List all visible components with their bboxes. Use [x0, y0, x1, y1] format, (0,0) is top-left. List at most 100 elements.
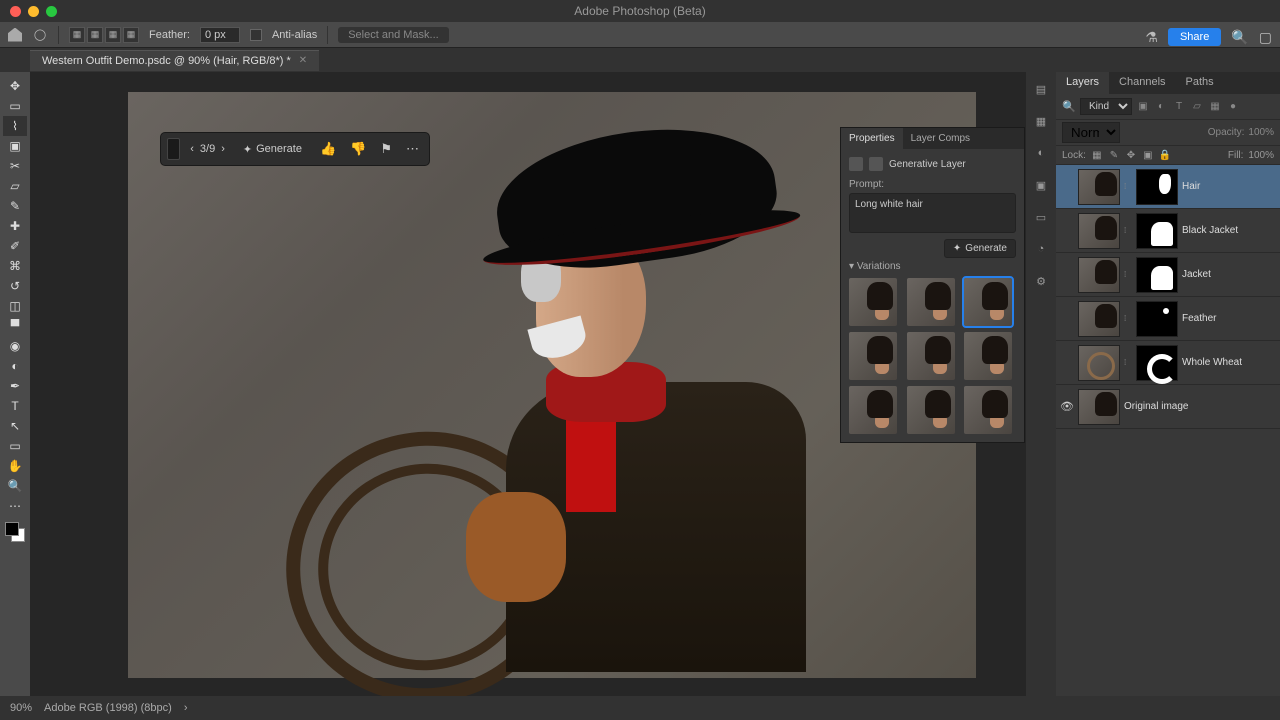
- fill-value[interactable]: 100%: [1248, 150, 1274, 161]
- layer-name[interactable]: Jacket: [1182, 269, 1276, 280]
- lasso-tool-indicator[interactable]: ◯: [32, 27, 48, 43]
- prev-variation-icon[interactable]: ‹: [186, 141, 198, 157]
- shape-tool[interactable]: ▭: [3, 436, 27, 456]
- layer-row[interactable]: ⁞ Whole Wheat: [1056, 341, 1280, 385]
- layer-mask-thumbnail[interactable]: [1136, 301, 1178, 337]
- hand-tool[interactable]: ✋: [3, 456, 27, 476]
- layer-thumbnail[interactable]: [1078, 169, 1120, 205]
- layer-mask-thumbnail[interactable]: [1136, 345, 1178, 381]
- filter-adjust-icon[interactable]: ◐: [1154, 100, 1168, 114]
- layer-name[interactable]: Feather: [1182, 313, 1276, 324]
- next-variation-icon[interactable]: ›: [217, 141, 229, 157]
- layer-name[interactable]: Original image: [1124, 401, 1276, 412]
- lock-artboard-icon[interactable]: ▣: [1142, 149, 1154, 161]
- beaker-icon[interactable]: ⚗: [1145, 29, 1158, 46]
- healing-tool[interactable]: ✚: [3, 216, 27, 236]
- layer-row[interactable]: ⁞ Hair: [1056, 165, 1280, 209]
- variation-thumb[interactable]: [964, 386, 1012, 434]
- lock-all-icon[interactable]: 🔒: [1159, 149, 1171, 161]
- home-icon[interactable]: [8, 28, 22, 42]
- intersect-selection-icon[interactable]: ▦: [123, 27, 139, 43]
- thumbs-down-icon[interactable]: 👎: [346, 139, 370, 159]
- link-mask-icon[interactable]: ⁞: [1124, 270, 1132, 279]
- clone-tool[interactable]: ⌘: [3, 256, 27, 276]
- eyedropper-tool[interactable]: ✎: [3, 196, 27, 216]
- color-panel-icon[interactable]: ▤: [1032, 80, 1050, 98]
- generate-button[interactable]: ✦ Generate: [235, 140, 310, 159]
- tab-layers[interactable]: Layers: [1056, 72, 1109, 94]
- layer-name[interactable]: Hair: [1182, 181, 1276, 192]
- variations-header[interactable]: ▾ Variations: [849, 261, 1016, 272]
- share-button[interactable]: Share: [1168, 28, 1221, 46]
- lasso-tool[interactable]: ⌇: [3, 116, 27, 136]
- pen-tool[interactable]: ✒: [3, 376, 27, 396]
- link-mask-icon[interactable]: ⁞: [1124, 226, 1132, 235]
- object-select-tool[interactable]: ▣: [3, 136, 27, 156]
- visibility-toggle-icon[interactable]: 👁: [1060, 400, 1074, 413]
- properties-panel-icon[interactable]: ⚙: [1032, 272, 1050, 290]
- workspace-icon[interactable]: ▢: [1259, 29, 1272, 46]
- variation-thumb[interactable]: [907, 386, 955, 434]
- libraries-panel-icon[interactable]: ▣: [1032, 176, 1050, 194]
- more-options-icon[interactable]: ⋯: [402, 139, 423, 159]
- layer-row[interactable]: 👁 Original image: [1056, 385, 1280, 429]
- search-icon[interactable]: 🔍: [1231, 29, 1248, 46]
- flag-icon[interactable]: ⚑: [376, 139, 396, 159]
- lock-position-icon[interactable]: ✥: [1125, 149, 1137, 161]
- close-tab-icon[interactable]: ✕: [299, 55, 307, 66]
- filter-type-icon[interactable]: T: [1172, 100, 1186, 114]
- link-mask-icon[interactable]: ⁞: [1124, 182, 1132, 191]
- layer-row[interactable]: ⁞ Black Jacket: [1056, 209, 1280, 253]
- document-tab[interactable]: Western Outfit Demo.psdc @ 90% (Hair, RG…: [30, 50, 319, 71]
- variation-thumb[interactable]: [849, 386, 897, 434]
- antialias-checkbox[interactable]: [250, 29, 262, 41]
- variation-thumb[interactable]: [907, 278, 955, 326]
- history-panel-icon[interactable]: ▭: [1032, 208, 1050, 226]
- marquee-tool[interactable]: ▭: [3, 96, 27, 116]
- frame-tool[interactable]: ▱: [3, 176, 27, 196]
- layer-name[interactable]: Whole Wheat: [1182, 357, 1276, 368]
- close-window-button[interactable]: [10, 6, 21, 17]
- filter-toggle-icon[interactable]: ●: [1226, 100, 1240, 114]
- subtract-selection-icon[interactable]: ▦: [105, 27, 121, 43]
- crop-tool[interactable]: ✂: [3, 156, 27, 176]
- variation-thumb[interactable]: [964, 332, 1012, 380]
- type-tool[interactable]: T: [3, 396, 27, 416]
- new-selection-icon[interactable]: ▦: [69, 27, 85, 43]
- minimize-window-button[interactable]: [28, 6, 39, 17]
- adjustments-panel-icon[interactable]: ◐: [1032, 144, 1050, 162]
- add-selection-icon[interactable]: ▦: [87, 27, 103, 43]
- link-mask-icon[interactable]: ⁞: [1124, 314, 1132, 323]
- layer-thumbnail[interactable]: [1078, 345, 1120, 381]
- link-mask-icon[interactable]: ⁞: [1124, 358, 1132, 367]
- layer-mask-thumbnail[interactable]: [1136, 257, 1178, 293]
- eraser-tool[interactable]: ◫: [3, 296, 27, 316]
- gen-prompt-input[interactable]: [167, 138, 180, 160]
- swatches-panel-icon[interactable]: ▦: [1032, 112, 1050, 130]
- edit-toolbar[interactable]: ⋯: [3, 496, 27, 516]
- blur-tool[interactable]: ◉: [3, 336, 27, 356]
- opacity-value[interactable]: 100%: [1248, 127, 1274, 138]
- maximize-window-button[interactable]: [46, 6, 57, 17]
- variation-thumb[interactable]: [849, 278, 897, 326]
- thumbs-up-icon[interactable]: 👍: [316, 139, 340, 159]
- status-chevron-icon[interactable]: ›: [184, 702, 188, 714]
- layer-row[interactable]: ⁞ Jacket: [1056, 253, 1280, 297]
- lock-transparent-icon[interactable]: ▦: [1091, 149, 1103, 161]
- variation-thumb[interactable]: [964, 278, 1012, 326]
- layer-mask-thumbnail[interactable]: [1136, 169, 1178, 205]
- gradient-tool[interactable]: ▀: [3, 316, 27, 336]
- color-swatch[interactable]: [5, 522, 25, 542]
- filter-image-icon[interactable]: ▣: [1136, 100, 1150, 114]
- tab-channels[interactable]: Channels: [1109, 72, 1175, 94]
- layer-name[interactable]: Black Jacket: [1182, 225, 1276, 236]
- color-profile[interactable]: Adobe RGB (1998) (8bpc): [44, 702, 172, 714]
- prompt-input[interactable]: Long white hair: [849, 193, 1016, 233]
- feather-input[interactable]: [200, 27, 240, 43]
- generate-button-panel[interactable]: ✦ Generate: [944, 239, 1016, 258]
- brush-tool[interactable]: ✐: [3, 236, 27, 256]
- filter-smart-icon[interactable]: ▦: [1208, 100, 1222, 114]
- layer-search-icon[interactable]: 🔍: [1062, 100, 1076, 114]
- dodge-tool[interactable]: ◐: [3, 356, 27, 376]
- layer-thumbnail[interactable]: [1078, 389, 1120, 425]
